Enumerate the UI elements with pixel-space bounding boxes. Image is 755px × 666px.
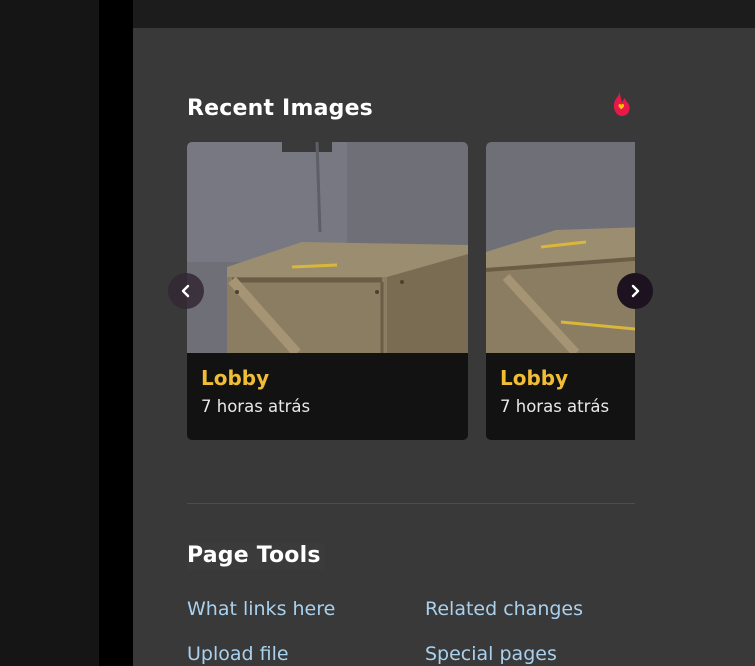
upload-file-link[interactable]: Upload file <box>187 643 289 665</box>
what-links-here-link[interactable]: What links here <box>187 598 335 620</box>
related-changes-link[interactable]: Related changes <box>425 598 583 620</box>
carousel-next-button[interactable] <box>617 273 653 309</box>
top-bar <box>133 0 755 28</box>
section-divider <box>187 503 635 504</box>
chevron-right-icon <box>631 284 640 298</box>
recent-images-heading: Recent Images <box>187 96 373 121</box>
fandom-flame-icon[interactable] <box>610 90 632 118</box>
image-title[interactable]: Lobby <box>500 366 568 390</box>
recent-images-carousel: Lobby 7 horas atrás Lobby 7 horas atrás <box>187 142 635 442</box>
side-rail <box>99 0 133 666</box>
image-card[interactable]: Lobby 7 horas atrás <box>486 142 635 440</box>
right-rail-panel: Recent Images Lobby 7 horas atrás Lobby … <box>133 28 755 666</box>
image-time: 7 horas atrás <box>201 397 311 416</box>
page-tools-heading: Page Tools <box>187 543 325 570</box>
special-pages-link[interactable]: Special pages <box>425 643 557 665</box>
image-thumbnail[interactable] <box>187 142 468 353</box>
image-title[interactable]: Lobby <box>201 366 269 390</box>
image-card[interactable]: Lobby 7 horas atrás <box>187 142 468 440</box>
chevron-left-icon <box>181 284 190 298</box>
image-thumbnail[interactable] <box>486 142 635 353</box>
image-time: 7 horas atrás <box>500 397 610 416</box>
carousel-prev-button[interactable] <box>168 273 204 309</box>
left-background <box>0 0 99 666</box>
